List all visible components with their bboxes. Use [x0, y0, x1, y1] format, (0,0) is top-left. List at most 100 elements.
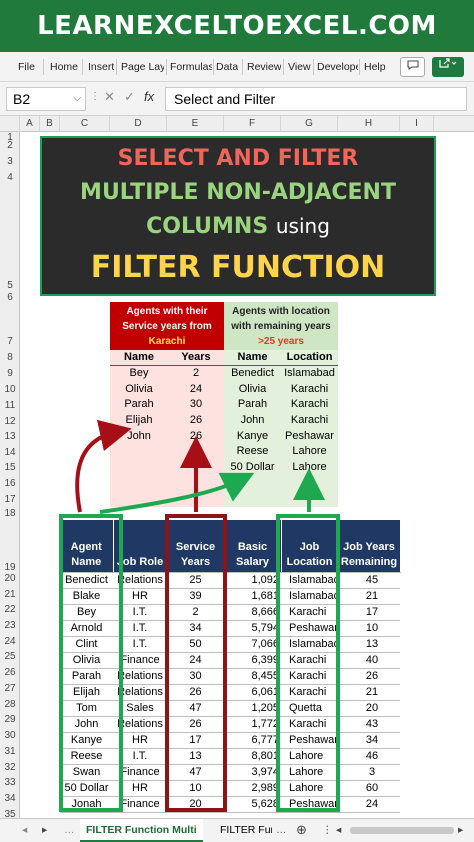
column-label[interactable]: Name — [110, 350, 168, 367]
column-header[interactable]: I — [400, 116, 434, 132]
row-header[interactable]: 31 — [0, 746, 20, 757]
row-header[interactable]: 17 — [0, 494, 20, 505]
row-header[interactable]: 27 — [0, 683, 20, 694]
cell[interactable]: 6,061 — [224, 684, 281, 701]
scroll-left-icon[interactable]: ◂ — [336, 819, 341, 842]
more-sheets-icon[interactable]: … — [276, 819, 287, 842]
row-header[interactable]: 30 — [0, 730, 20, 741]
column-header[interactable]: H — [338, 116, 400, 132]
cell[interactable]: 6,399 — [224, 652, 281, 669]
row-header[interactable]: 23 — [0, 620, 20, 631]
cell[interactable]: 46 — [338, 748, 400, 765]
cell[interactable]: 30 — [168, 397, 225, 413]
row-header[interactable]: 20 — [0, 573, 20, 584]
cell[interactable]: 2,989 — [224, 780, 281, 797]
tab-help[interactable]: Help — [364, 52, 386, 82]
cell[interactable]: 21 — [338, 588, 400, 605]
formula-input[interactable]: Select and Filter — [165, 87, 467, 111]
cell[interactable]: 26 — [168, 428, 225, 445]
column-header[interactable]: D — [110, 116, 167, 132]
row-header[interactable]: 11 — [0, 400, 20, 411]
cell[interactable]: 1,772 — [224, 716, 281, 733]
cell[interactable] — [110, 475, 168, 492]
cell[interactable] — [168, 475, 225, 492]
row-header[interactable]: 19 — [0, 562, 20, 573]
tab-developer[interactable]: Develope — [317, 52, 358, 82]
previous-sheet-icon[interactable]: ◂ — [22, 819, 27, 842]
column-header[interactable]: A — [20, 116, 40, 132]
more-options-icon[interactable]: ⋮ — [322, 819, 333, 842]
add-sheet-icon[interactable]: ⊕ — [296, 819, 307, 842]
cell[interactable]: 3,974 — [224, 764, 281, 781]
insert-function-icon[interactable]: fx — [144, 89, 154, 104]
tab-file[interactable]: File — [18, 52, 35, 82]
share-button[interactable] — [432, 57, 464, 77]
cell[interactable]: Karachi — [281, 397, 339, 413]
tab-formulas[interactable]: Formulas — [170, 52, 212, 82]
cell[interactable]: 20 — [338, 700, 400, 717]
sheet-tab[interactable]: FILTER Fun — [220, 819, 272, 842]
cell[interactable]: 50 Dollar — [224, 459, 281, 476]
cell[interactable]: Reese — [224, 444, 281, 460]
row-header[interactable]: 10 — [0, 384, 20, 395]
cell[interactable] — [281, 475, 339, 492]
row-header[interactable]: 21 — [0, 589, 20, 600]
row-header[interactable]: 9 — [0, 368, 20, 379]
cell[interactable]: 26 — [168, 412, 225, 429]
cell[interactable]: 5,794 — [224, 620, 281, 637]
row-header[interactable]: 7 — [0, 336, 20, 347]
next-sheet-icon[interactable]: ▸ — [42, 819, 47, 842]
cell[interactable]: 8,455 — [224, 668, 281, 685]
row-header[interactable]: 8 — [0, 352, 20, 363]
cell[interactable]: 60 — [338, 780, 400, 797]
cell[interactable]: 1,205 — [224, 700, 281, 717]
cell[interactable] — [110, 459, 168, 476]
cell[interactable]: Lahore — [281, 459, 339, 476]
title-banner[interactable]: SELECT AND FILTER MULTIPLE NON-ADJACENT … — [40, 136, 436, 296]
row-header[interactable]: 24 — [0, 636, 20, 647]
row-header[interactable]: 2 — [0, 140, 20, 151]
row-header[interactable]: 13 — [0, 431, 20, 442]
cell[interactable] — [224, 475, 281, 492]
cell[interactable]: Kanye — [224, 428, 281, 445]
cell[interactable] — [224, 491, 281, 507]
cell[interactable]: Olivia — [224, 381, 281, 398]
column-label[interactable]: Name — [224, 350, 281, 367]
cell[interactable]: 24 — [338, 796, 400, 813]
row-header[interactable]: 25 — [0, 651, 20, 662]
name-box[interactable]: B2 ⌵ — [6, 87, 86, 111]
row-header[interactable]: 15 — [0, 462, 20, 473]
cell[interactable]: Parah — [110, 397, 168, 413]
more-sheets-icon[interactable]: … — [64, 819, 75, 842]
cell[interactable]: John — [224, 412, 281, 429]
cell[interactable] — [168, 491, 225, 507]
cell[interactable] — [168, 444, 225, 460]
cell[interactable]: Islamabad — [281, 365, 339, 382]
column-header[interactable]: C — [60, 116, 110, 132]
cancel-icon[interactable]: ✕ — [104, 89, 115, 105]
column-header[interactable]: E — [167, 116, 224, 132]
cell[interactable]: 21 — [338, 684, 400, 701]
cell[interactable] — [110, 444, 168, 460]
cell[interactable]: John — [110, 428, 168, 445]
cell[interactable]: 13 — [338, 636, 400, 653]
tab-insert[interactable]: Insert — [88, 52, 114, 82]
row-header[interactable]: 6 — [0, 292, 20, 303]
row-header[interactable]: 28 — [0, 699, 20, 710]
row-header[interactable]: 29 — [0, 714, 20, 725]
horizontal-scrollbar[interactable] — [350, 827, 454, 834]
cell[interactable]: Peshawar — [281, 428, 339, 445]
cell[interactable]: 45 — [338, 572, 400, 589]
cell[interactable]: Karachi — [281, 381, 339, 398]
column-header-years-remaining[interactable]: Job Years Remaining — [338, 520, 401, 573]
sheet-tab-active[interactable]: FILTER Function Multi — [80, 819, 203, 842]
cell[interactable]: 2 — [168, 365, 225, 382]
row-header[interactable]: 26 — [0, 667, 20, 678]
select-all-corner[interactable] — [0, 116, 20, 132]
cell[interactable] — [281, 491, 339, 507]
column-header[interactable]: B — [40, 116, 60, 132]
cell[interactable]: Benedict — [224, 365, 281, 382]
cell[interactable]: 24 — [168, 381, 225, 398]
row-header[interactable]: 4 — [0, 172, 20, 183]
cell[interactable]: 8,666 — [224, 604, 281, 621]
